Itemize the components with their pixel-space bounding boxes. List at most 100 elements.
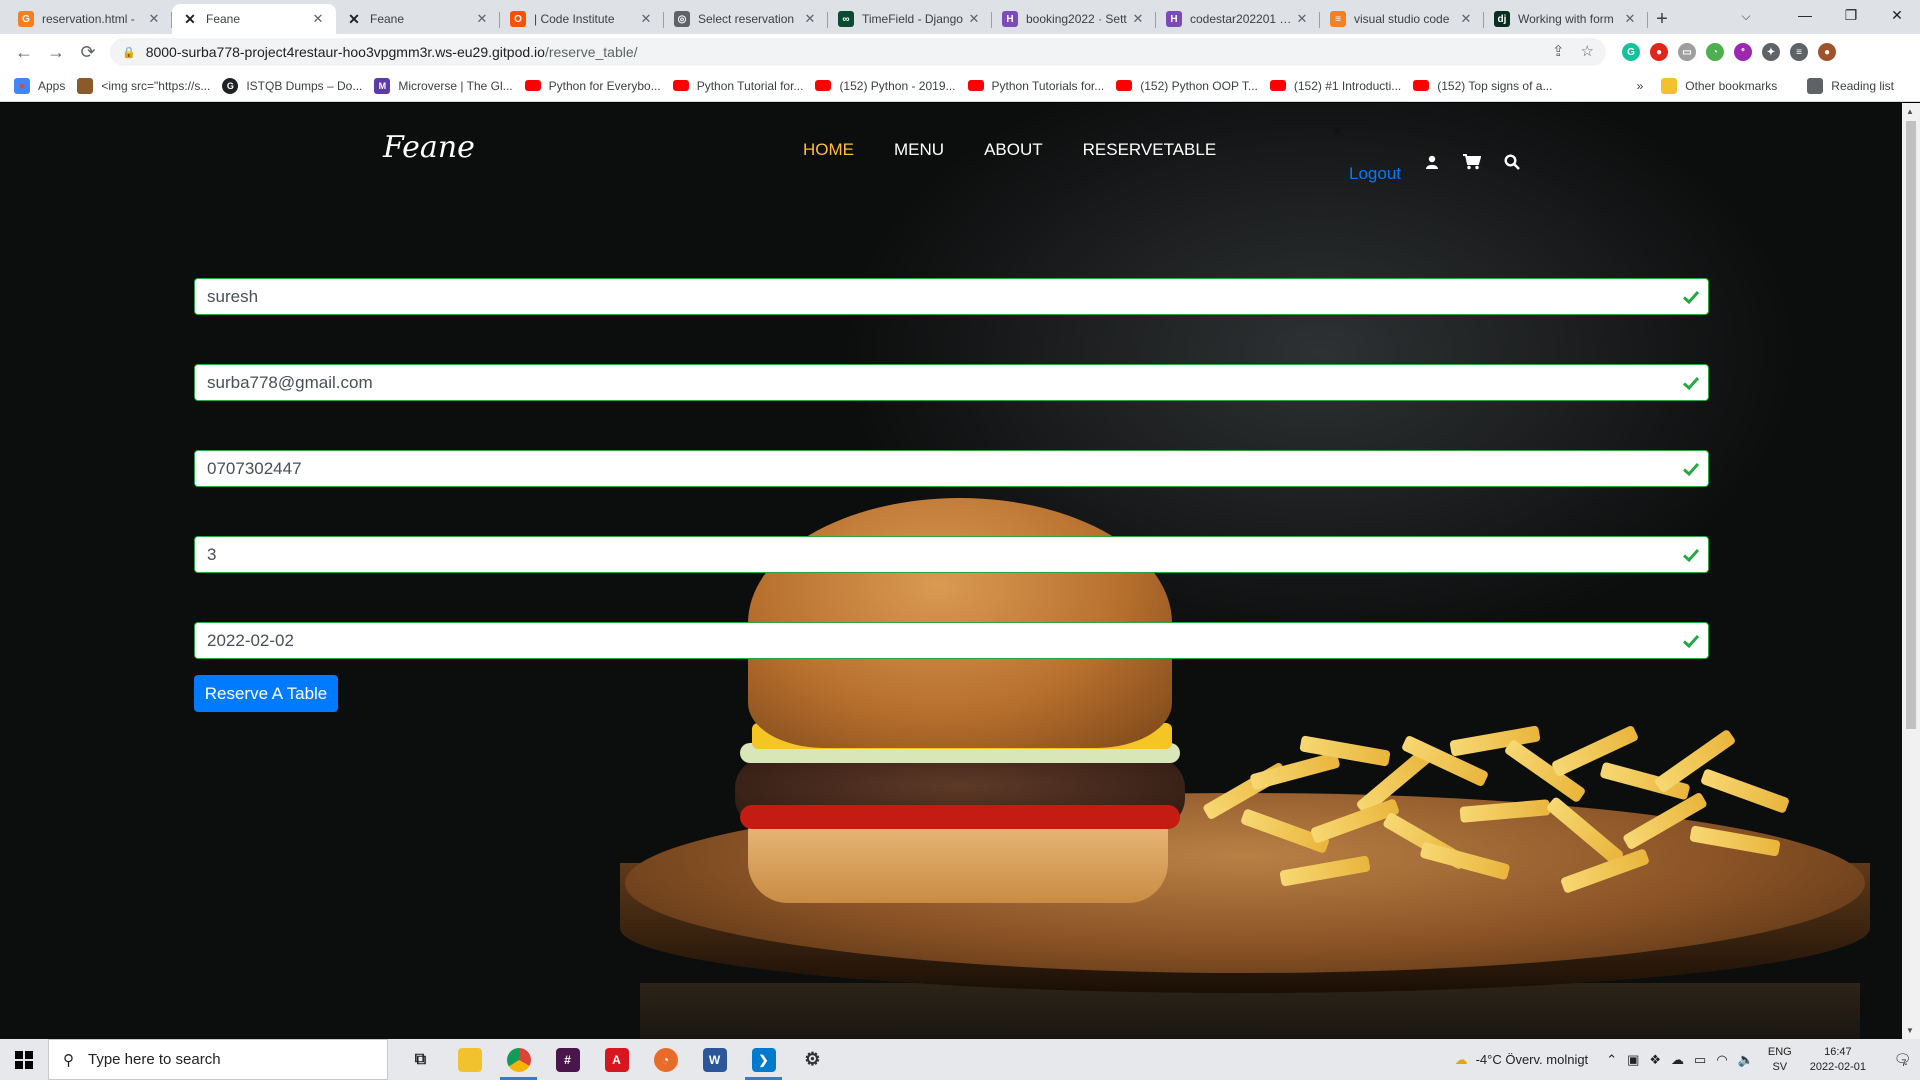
tab-close-icon[interactable]: ✕	[1458, 11, 1474, 27]
browser-tab[interactable]: Hcodestar202201 · S ✕	[1156, 4, 1320, 34]
tab-close-icon[interactable]: ✕	[146, 11, 162, 27]
clock[interactable]: 16:47 2022-02-01	[1810, 1045, 1866, 1075]
scrollbar-thumb[interactable]	[1906, 121, 1916, 729]
dropbox-icon[interactable]: ❖	[1649, 1052, 1661, 1068]
new-tab-button[interactable]: +	[1648, 4, 1676, 34]
minimize-button[interactable]: —	[1782, 0, 1828, 30]
volume-icon[interactable]: 🔈	[1738, 1052, 1754, 1068]
weather-widget[interactable]: ☁ -4°C Överv. molnigt	[1455, 1052, 1589, 1068]
back-button[interactable]: ←	[8, 36, 40, 68]
meet-icon[interactable]: ▣	[1627, 1052, 1639, 1068]
bookmark-item[interactable]: (152) Python OOP T...	[1116, 79, 1258, 93]
language-indicator[interactable]: ENG SV	[1768, 1045, 1792, 1075]
tab-close-icon[interactable]: ✕	[966, 11, 982, 27]
settings-icon[interactable]: ⚙	[788, 1039, 837, 1080]
tab-close-icon[interactable]: ✕	[1130, 11, 1146, 27]
bookmark-star-icon[interactable]: ☆	[1581, 42, 1594, 60]
battery-icon[interactable]: ▭	[1694, 1052, 1706, 1068]
bookmark-item[interactable]: <img src="https://s...	[77, 77, 210, 94]
browser-tab[interactable]: ✕ Feane ✕	[336, 4, 500, 34]
browser-tab[interactable]: Greservation.html - ✕	[8, 4, 172, 34]
cart-icon[interactable]	[1463, 153, 1481, 171]
paint-icon[interactable]: ◔	[641, 1039, 690, 1080]
slack-icon[interactable]: #	[543, 1039, 592, 1080]
browser-tab[interactable]: ∞ TimeField - Django ✕	[828, 4, 992, 34]
extension-icon[interactable]: ✦	[1762, 43, 1780, 61]
reserve-table-button[interactable]: Reserve A Table	[194, 675, 338, 712]
close-window-button[interactable]: ✕	[1874, 0, 1920, 30]
notifications-button[interactable]: 🗨 7	[1880, 1039, 1920, 1080]
bookmark-item[interactable]: (152) Python - 2019...	[815, 79, 956, 93]
tab-close-icon[interactable]: ✕	[802, 11, 818, 27]
page-scrollbar[interactable]: ▲ ▼	[1902, 103, 1920, 1039]
extension-icon[interactable]: ●	[1650, 43, 1668, 61]
acrobat-icon[interactable]: A	[592, 1039, 641, 1080]
chevron-up-icon[interactable]: ⌃	[1606, 1052, 1617, 1068]
browser-tab[interactable]: ◎ Select reservation ✕	[664, 4, 828, 34]
maximize-button[interactable]: ❐	[1828, 0, 1874, 30]
task-view-icon[interactable]: ⧉	[396, 1039, 445, 1080]
tab-close-icon[interactable]: ✕	[310, 11, 326, 27]
scroll-down-arrow-icon[interactable]: ▼	[1906, 1026, 1914, 1035]
search-icon[interactable]	[1503, 153, 1521, 171]
browser-tab[interactable]: O | Code Institute ✕	[500, 4, 664, 34]
browser-tab[interactable]: ≡ visual studio code ✕	[1320, 4, 1484, 34]
extension-icon[interactable]: ◔	[1706, 43, 1724, 61]
bookmark-item[interactable]: G ISTQB Dumps – Do...	[222, 77, 362, 94]
taskbar-search[interactable]: ⚲ Type here to search	[48, 1039, 388, 1080]
phone-field[interactable]	[195, 451, 1708, 486]
file-explorer-icon[interactable]	[445, 1039, 494, 1080]
nav-about[interactable]: ABOUT	[984, 140, 1043, 160]
wifi-icon[interactable]: ◠	[1716, 1052, 1727, 1068]
bookmark-label: Python Tutorial for...	[696, 78, 804, 93]
tab-close-icon[interactable]: ✕	[474, 11, 490, 27]
address-bar[interactable]: 🔒 8000-surba778-project4restaur-hoo3vpgm…	[110, 38, 1606, 66]
name-field[interactable]	[195, 279, 1708, 314]
word-icon[interactable]: W	[690, 1039, 739, 1080]
other-bookmarks-folder[interactable]: Other bookmarks	[1661, 78, 1777, 94]
bookmark-item[interactable]: Apps	[14, 77, 65, 94]
extension-icon[interactable]: ▭	[1678, 43, 1696, 61]
logout-link[interactable]: Logout	[1349, 164, 1401, 184]
email-field[interactable]	[195, 365, 1708, 400]
extension-icon[interactable]: G	[1622, 43, 1640, 61]
onedrive-icon[interactable]: ☁	[1671, 1052, 1684, 1068]
youtube-icon	[1269, 80, 1286, 91]
bookmark-item[interactable]: Python Tutorial for...	[672, 78, 804, 93]
extension-icon[interactable]: ≡	[1790, 43, 1808, 61]
reload-button[interactable]: ⟳	[72, 36, 104, 68]
browser-tab[interactable]: Hbooking2022 · Sett ✕	[992, 4, 1156, 34]
vscode-icon[interactable]: ❯	[739, 1039, 788, 1080]
browser-tab[interactable]: ✕ Feane ✕	[172, 4, 336, 34]
nav-menu[interactable]: MENU	[894, 140, 944, 160]
system-tray: ☁ -4°C Överv. molnigt ⌃ ▣ ❖ ☁ ▭ ◠ 🔈 ENG …	[1455, 1039, 1920, 1080]
tab-close-icon[interactable]: ✕	[638, 11, 654, 27]
forward-button[interactable]: →	[40, 36, 72, 68]
extension-icon[interactable]: ●	[1818, 43, 1836, 61]
bookmarks-bar: Apps <img src="https://s... G ISTQB Dumps –…	[0, 70, 1920, 102]
browser-tab[interactable]: dj Working with form ✕	[1484, 4, 1648, 34]
bookmarks-overflow-button[interactable]: »	[1637, 79, 1644, 93]
extension-icon[interactable]: ᐤ	[1734, 43, 1752, 61]
guests-field[interactable]	[195, 537, 1708, 572]
site-logo[interactable]: Feane	[383, 130, 475, 165]
tab-close-icon[interactable]: ✕	[1622, 11, 1638, 27]
scroll-up-arrow-icon[interactable]: ▲	[1906, 107, 1914, 116]
bookmark-item[interactable]: (152) Top signs of a...	[1413, 79, 1552, 93]
nav-reservetable[interactable]: RESERVETABLE	[1083, 140, 1217, 160]
nav-home[interactable]: HOME	[803, 140, 854, 160]
bookmark-item[interactable]: M Microverse | The Gl...	[374, 77, 513, 94]
date-field[interactable]	[195, 623, 1708, 658]
tab-search-icon[interactable]: ⌵	[1732, 4, 1760, 28]
start-button[interactable]	[0, 1039, 48, 1080]
bookmark-item[interactable]: Python for Everybo...	[524, 79, 661, 93]
tab-close-icon[interactable]: ✕	[1294, 11, 1310, 27]
reading-list-button[interactable]: Reading list	[1807, 78, 1894, 94]
lock-icon[interactable]: 🔒	[122, 46, 136, 59]
fry	[1545, 795, 1625, 867]
bookmark-item[interactable]: Python Tutorials for...	[967, 79, 1104, 93]
share-icon[interactable]: ⇪	[1552, 42, 1565, 60]
bookmark-item[interactable]: (152) #1 Introducti...	[1269, 79, 1401, 93]
chrome-icon[interactable]	[494, 1039, 543, 1080]
user-icon[interactable]	[1423, 153, 1441, 171]
